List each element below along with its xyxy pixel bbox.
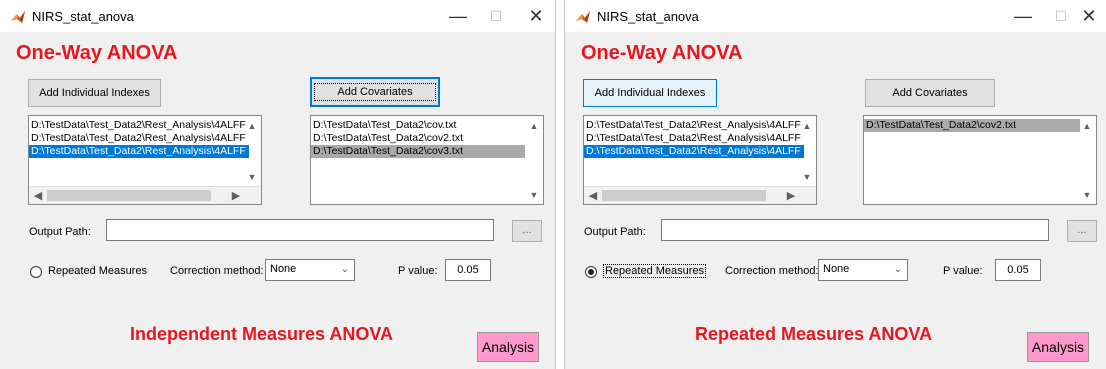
browse-button[interactable]: ... [512, 220, 542, 242]
chevron-down-icon[interactable]: ⌄ [889, 260, 907, 280]
scroll-up-icon[interactable]: ▲ [801, 121, 813, 133]
list-item-selected[interactable]: D:\TestData\Test_Data2\Rest_Analysis\4AL… [584, 145, 804, 158]
add-covariates-button[interactable]: Add Covariates [310, 77, 440, 107]
scroll-right-icon[interactable]: ▶ [784, 189, 798, 202]
close-button[interactable]: ✕ [518, 4, 554, 28]
list-item-selected[interactable]: D:\TestData\Test_Data2\cov3.txt [311, 145, 525, 158]
covariates-listbox[interactable]: D:\TestData\Test_Data2\cov.txt D:\TestDa… [310, 115, 544, 205]
correction-method-value: None [270, 263, 297, 275]
title-bar[interactable]: NIRS_stat_anova — ☐ ✕ [565, 0, 1106, 32]
analysis-button[interactable]: Analysis [477, 332, 539, 362]
add-individual-indexes-button[interactable]: Add Individual Indexes [28, 79, 161, 107]
radio-checked-dot [588, 269, 594, 275]
indexes-listbox[interactable]: D:\TestData\Test_Data2\Rest_Analysis\4AL… [28, 115, 262, 205]
correction-method-dropdown[interactable]: None ⌄ [818, 259, 908, 281]
horizontal-scrollbar[interactable]: ◀ ▶ [584, 186, 816, 204]
repeated-measures-radio[interactable] [30, 266, 42, 278]
matlab-logo-icon [576, 11, 590, 23]
output-path-input[interactable] [106, 219, 494, 241]
scrollbar-thumb[interactable] [47, 190, 211, 201]
list-item[interactable]: D:\TestData\Test_Data2\Rest_Analysis\4AL… [584, 132, 804, 145]
list-item[interactable]: D:\TestData\Test_Data2\cov2.txt [311, 132, 525, 145]
scroll-left-icon[interactable]: ◀ [586, 189, 600, 202]
repeated-measures-label[interactable]: Repeated Measures [48, 265, 147, 277]
repeated-measures-label[interactable]: Repeated Measures [603, 264, 707, 278]
indexes-listbox[interactable]: D:\TestData\Test_Data2\Rest_Analysis\4AL… [583, 115, 817, 205]
chevron-down-icon[interactable]: ⌄ [336, 260, 354, 280]
scroll-down-icon[interactable]: ▼ [801, 172, 813, 184]
list-item-selected[interactable]: D:\TestData\Test_Data2\cov2.txt [864, 119, 1080, 132]
scroll-down-icon[interactable]: ▼ [246, 172, 258, 184]
add-individual-indexes-button[interactable]: Add Individual Indexes [583, 79, 717, 107]
list-item[interactable]: D:\TestData\Test_Data2\Rest_Analysis\4AL… [584, 119, 804, 132]
output-path-label: Output Path: [584, 226, 646, 238]
list-item-selected[interactable]: D:\TestData\Test_Data2\Rest_Analysis\4AL… [29, 145, 249, 158]
correction-method-value: None [823, 263, 850, 275]
scroll-up-icon[interactable]: ▲ [1081, 121, 1093, 133]
scroll-up-icon[interactable]: ▲ [528, 121, 540, 133]
scroll-down-icon[interactable]: ▼ [1081, 190, 1093, 202]
analysis-button[interactable]: Analysis [1027, 332, 1089, 362]
scroll-down-icon[interactable]: ▼ [528, 190, 540, 202]
annotation-independent-measures: Independent Measures ANOVA [130, 324, 394, 344]
matlab-logo-icon [11, 11, 25, 23]
add-covariates-button[interactable]: Add Covariates [865, 79, 995, 107]
app-heading: One-Way ANOVA [16, 42, 178, 64]
repeated-measures-radio[interactable] [585, 266, 597, 278]
scroll-up-icon[interactable]: ▲ [246, 121, 258, 133]
minimize-button[interactable]: — [1005, 4, 1041, 28]
scrollbar-thumb[interactable] [602, 190, 766, 201]
annotation-repeated-measures: Repeated Measures ANOVA [695, 324, 933, 344]
anova-window-repeated: NIRS_stat_anova — ☐ ✕ One-Way ANOVA Add … [564, 0, 1106, 369]
window-title: NIRS_stat_anova [597, 9, 699, 24]
correction-method-label: Correction method: [725, 265, 819, 277]
list-item[interactable]: D:\TestData\Test_Data2\Rest_Analysis\4AL… [29, 119, 249, 132]
p-value-label: P value: [398, 265, 438, 277]
correction-method-dropdown[interactable]: None ⌄ [265, 259, 355, 281]
p-value-label: P value: [943, 265, 983, 277]
maximize-button[interactable]: ☐ [478, 4, 514, 28]
p-value-input[interactable]: 0.05 [445, 259, 491, 281]
add-covariates-label: Add Covariates [314, 83, 436, 101]
app-heading: One-Way ANOVA [581, 42, 743, 64]
close-button[interactable]: ✕ [1071, 4, 1106, 28]
correction-method-label: Correction method: [170, 265, 264, 277]
p-value-input[interactable]: 0.05 [995, 259, 1041, 281]
horizontal-scrollbar[interactable]: ◀ ▶ [29, 186, 261, 204]
output-path-label: Output Path: [29, 226, 91, 238]
list-item[interactable]: D:\TestData\Test_Data2\cov.txt [311, 119, 525, 132]
list-item[interactable]: D:\TestData\Test_Data2\Rest_Analysis\4AL… [29, 132, 249, 145]
scroll-right-icon[interactable]: ▶ [229, 189, 243, 202]
covariates-listbox[interactable]: D:\TestData\Test_Data2\cov2.txt ▲ ▼ [863, 115, 1097, 205]
browse-button[interactable]: ... [1067, 220, 1097, 242]
title-bar[interactable]: NIRS_stat_anova — ☐ ✕ [0, 0, 555, 32]
window-title: NIRS_stat_anova [32, 9, 134, 24]
minimize-button[interactable]: — [440, 4, 476, 28]
output-path-input[interactable] [661, 219, 1049, 241]
scroll-left-icon[interactable]: ◀ [31, 189, 45, 202]
anova-window-independent: NIRS_stat_anova — ☐ ✕ One-Way ANOVA Add … [0, 0, 556, 369]
